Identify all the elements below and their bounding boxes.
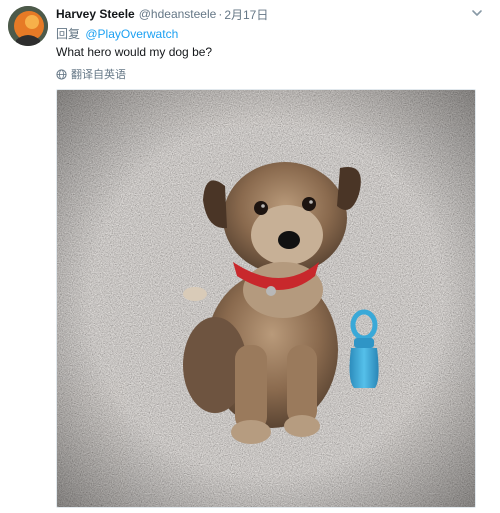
- author-handle[interactable]: @hdeansteele: [139, 7, 217, 21]
- dog-photo: [57, 90, 475, 507]
- chevron-down-icon[interactable]: [470, 6, 484, 20]
- reply-mention-link[interactable]: @PlayOverwatch: [85, 27, 178, 41]
- avatar-image: [8, 6, 48, 46]
- tweet-text: What hero would my dog be?: [56, 45, 213, 59]
- tweet: Harvey Steele @hdeansteele · 2月17日 回复 @P…: [0, 0, 500, 513]
- translate-link[interactable]: 翻译自英语: [56, 66, 126, 82]
- separator-dot: ·: [218, 7, 223, 21]
- globe-icon: [56, 68, 67, 80]
- tweet-photo[interactable]: [56, 89, 476, 508]
- reply-prefix: 回复: [56, 27, 81, 41]
- avatar[interactable]: [8, 6, 48, 46]
- translate-label[interactable]: 翻译自英语: [71, 66, 126, 82]
- tweet-timestamp[interactable]: 2月17日: [224, 6, 268, 23]
- reply-context: 回复 @PlayOverwatch: [56, 25, 178, 42]
- tweet-header: Harvey Steele @hdeansteele · 2月17日: [56, 6, 484, 22]
- author-name[interactable]: Harvey Steele: [56, 7, 135, 21]
